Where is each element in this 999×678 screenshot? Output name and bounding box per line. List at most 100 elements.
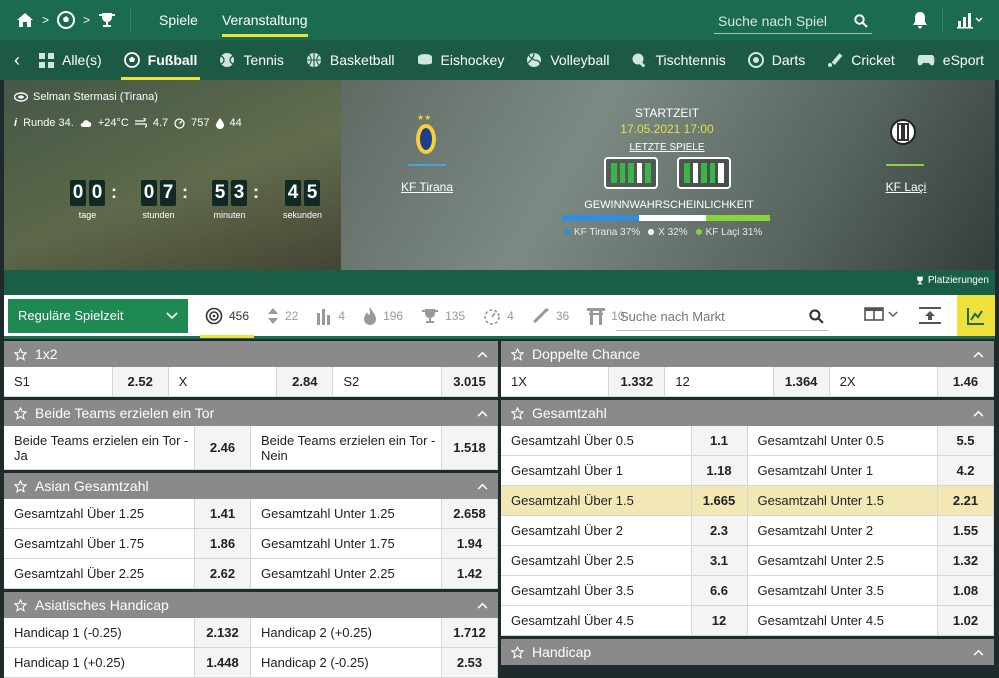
odds-cell[interactable]: Gesamtzahl Über 2 2.3 (501, 516, 748, 545)
home-icon[interactable] (16, 12, 34, 28)
odds-cell[interactable]: Handicap 1 (-0.25) 2.132 (4, 618, 251, 647)
sport-item-volleyball[interactable]: Volleyball (515, 40, 620, 80)
star-icon[interactable] (511, 645, 524, 659)
market-header[interactable]: 1x2 (4, 341, 498, 367)
odds-cell[interactable]: Beide Teams erzielen ein Tor - Nein 1.518 (251, 426, 498, 469)
odds-value[interactable]: 1.94 (441, 529, 497, 558)
sport-item-cricket[interactable]: Cricket (816, 40, 906, 80)
market-header[interactable]: Asiatisches Handicap (4, 592, 498, 618)
sport-item-tennis[interactable]: Tennis (208, 40, 294, 80)
star-icon[interactable] (14, 598, 27, 612)
odds-cell[interactable]: Gesamtzahl Unter 1.25 2.658 (251, 499, 498, 528)
chevron-up-icon[interactable] (477, 602, 488, 609)
odds-cell[interactable]: Gesamtzahl Über 1.5 1.665 (501, 486, 748, 515)
odds-value[interactable]: 1.364 (772, 367, 829, 396)
search-icon[interactable] (854, 13, 868, 28)
chevron-up-icon[interactable] (973, 410, 984, 417)
collapse-all-button[interactable] (919, 307, 941, 328)
star-icon[interactable] (14, 406, 27, 420)
market-search-input[interactable]: Suche nach Markt (616, 303, 828, 331)
period-select[interactable]: Reguläre Spielzeit (8, 298, 188, 333)
odds-value[interactable]: 2.3 (690, 516, 747, 545)
sport-item-all[interactable]: Alle(s) (28, 40, 113, 80)
odds-cell[interactable]: Gesamtzahl Über 0.5 1.1 (501, 426, 748, 455)
odds-value[interactable]: 1.332 (608, 367, 665, 396)
odds-cell[interactable]: Beide Teams erzielen ein Tor - Ja 2.46 (4, 426, 251, 469)
odds-value[interactable]: 1.86 (194, 529, 250, 558)
odds-cell[interactable]: 1X 1.332 (501, 367, 666, 396)
sport-item-tabletennis[interactable]: Tischtennis (620, 40, 736, 80)
statistics-icon[interactable] (957, 11, 983, 29)
odds-cell[interactable]: Gesamtzahl Unter 2 1.55 (748, 516, 994, 545)
odds-cell[interactable]: Gesamtzahl Über 1.75 1.86 (4, 529, 251, 558)
odds-cell[interactable]: Gesamtzahl Über 3.5 6.6 (501, 576, 748, 605)
odds-cell[interactable]: Gesamtzahl Unter 1.75 1.94 (251, 529, 498, 558)
sport-item-football[interactable]: Fußball (113, 40, 209, 80)
odds-cell[interactable]: Gesamtzahl Unter 2.5 1.32 (748, 546, 994, 575)
odds-value[interactable]: 3.1 (690, 546, 747, 575)
odds-cell[interactable]: Gesamtzahl Unter 3.5 1.08 (748, 576, 994, 605)
odds-cell[interactable]: Gesamtzahl Unter 2.25 1.42 (251, 559, 498, 588)
odds-value[interactable]: 2.53 (441, 648, 497, 677)
tab-veranstaltung[interactable]: Veranstaltung (210, 0, 320, 40)
odds-value[interactable]: 1.712 (441, 618, 497, 647)
odds-value[interactable]: 1.55 (937, 516, 993, 545)
odds-value[interactable]: 2.21 (937, 486, 993, 515)
odds-cell[interactable]: Gesamtzahl Über 2.5 3.1 (501, 546, 748, 575)
odds-value[interactable]: 3.015 (440, 367, 497, 396)
home-team-name[interactable]: KF Tirana (389, 180, 465, 194)
odds-value[interactable]: 1.42 (441, 559, 497, 588)
filter-stats[interactable]: 4 (307, 294, 354, 338)
odds-value[interactable]: 1.665 (690, 486, 747, 515)
odds-value[interactable]: 2.658 (441, 499, 497, 528)
layout-toggle[interactable] (864, 307, 898, 321)
odds-cell[interactable]: S1 2.52 (4, 367, 169, 396)
nav-prev-arrow[interactable]: ‹ (0, 40, 28, 80)
odds-cell[interactable]: S2 3.015 (333, 367, 498, 396)
odds-value[interactable]: 2.132 (194, 618, 250, 647)
filter-timer[interactable]: 4 (474, 294, 523, 338)
odds-value[interactable]: 1.32 (937, 546, 993, 575)
odds-cell[interactable]: Gesamtzahl Über 1.25 1.41 (4, 499, 251, 528)
away-team-name[interactable]: KF Laçi (871, 180, 941, 194)
sport-item-esport[interactable]: eSport (906, 40, 995, 80)
odds-cell[interactable]: Gesamtzahl Über 1 1.18 (501, 456, 748, 485)
bell-icon[interactable] (912, 11, 928, 29)
odds-value[interactable]: 1.02 (937, 606, 993, 635)
odds-value[interactable]: 2.52 (111, 367, 168, 396)
odds-cell[interactable]: 12 1.364 (665, 367, 830, 396)
chevron-up-icon[interactable] (477, 410, 488, 417)
market-header[interactable]: Beide Teams erzielen ein Tor (4, 400, 498, 426)
odds-value[interactable]: 1.518 (441, 426, 497, 469)
star-icon[interactable] (14, 347, 27, 361)
market-header[interactable]: Handicap (501, 639, 994, 665)
odds-cell[interactable]: Handicap 1 (+0.25) 1.448 (4, 648, 251, 677)
odds-value[interactable]: 2.62 (194, 559, 250, 588)
market-header[interactable]: Gesamtzahl (501, 400, 994, 426)
odds-cell[interactable]: Gesamtzahl Unter 0.5 5.5 (748, 426, 994, 455)
filter-updown[interactable]: 22 (258, 294, 307, 338)
odds-value[interactable]: 6.6 (690, 576, 747, 605)
odds-value[interactable]: 1.46 (936, 367, 993, 396)
odds-value[interactable]: 5.5 (937, 426, 993, 455)
odds-cell[interactable]: Handicap 2 (+0.25) 1.712 (251, 618, 498, 647)
odds-value[interactable]: 1.41 (194, 499, 250, 528)
odds-value[interactable]: 2.46 (194, 426, 250, 469)
last-games-link[interactable]: LETZTE SPIELE (602, 142, 732, 153)
game-search-input[interactable]: Suche nach Spiel (714, 8, 872, 34)
betslip-button[interactable] (957, 295, 995, 336)
odds-value[interactable]: 1.1 (690, 426, 747, 455)
nav-next-arrow[interactable]: › (995, 40, 999, 80)
market-header[interactable]: Doppelte Chance (501, 341, 994, 367)
star-icon[interactable] (511, 347, 524, 361)
odds-cell[interactable]: 2X 1.46 (830, 367, 994, 396)
chevron-up-icon[interactable] (477, 351, 488, 358)
odds-value[interactable]: 1.448 (194, 648, 250, 677)
search-icon[interactable] (809, 309, 824, 324)
filter-all[interactable]: 456 (196, 294, 258, 338)
sport-item-darts[interactable]: Darts (737, 40, 816, 80)
chevron-up-icon[interactable] (973, 351, 984, 358)
odds-cell[interactable]: Gesamtzahl Unter 1.5 2.21 (747, 486, 994, 515)
odds-cell[interactable]: Gesamtzahl Über 2.25 2.62 (4, 559, 251, 588)
odds-cell[interactable]: Handicap 2 (-0.25) 2.53 (251, 648, 498, 677)
